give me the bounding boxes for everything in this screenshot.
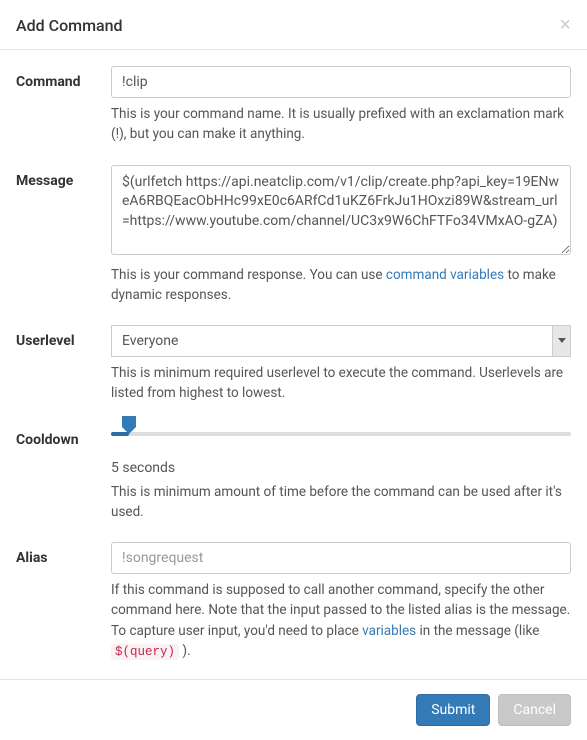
alias-label: Alias: [16, 542, 111, 566]
userlevel-select[interactable]: Everyone: [111, 325, 571, 357]
add-command-modal: Add Command × Command This is your comma…: [0, 0, 587, 740]
cooldown-label: Cooldown: [16, 424, 111, 448]
modal-title: Add Command: [16, 16, 123, 35]
command-input[interactable]: [111, 66, 571, 98]
command-group: Command This is your command name. It is…: [16, 66, 571, 145]
cooldown-group: Cooldown 5 seconds This is minimum amoun…: [16, 424, 571, 523]
command-help: This is your command name. It is usually…: [111, 104, 571, 145]
slider-track: [111, 432, 571, 436]
close-icon: ×: [559, 14, 571, 36]
alias-input[interactable]: [111, 542, 571, 574]
message-group: Message This is your command response. Y…: [16, 165, 571, 306]
modal-footer: Submit Cancel: [0, 679, 587, 740]
userlevel-label: Userlevel: [16, 325, 111, 349]
slider-thumb[interactable]: [122, 416, 136, 434]
close-button[interactable]: ×: [559, 15, 571, 35]
variables-link[interactable]: variables: [362, 623, 416, 639]
query-code: $(query): [111, 644, 179, 660]
command-label: Command: [16, 66, 111, 90]
modal-body: Command This is your command name. It is…: [0, 50, 587, 679]
userlevel-group: Userlevel Everyone This is minimum requi…: [16, 325, 571, 404]
alias-group: Alias If this command is supposed to cal…: [16, 542, 571, 662]
cooldown-slider[interactable]: [111, 424, 571, 448]
command-variables-link[interactable]: command variables: [386, 267, 504, 283]
message-textarea[interactable]: [111, 165, 571, 255]
cooldown-help: This is minimum amount of time before th…: [111, 482, 571, 523]
cancel-button[interactable]: Cancel: [498, 694, 571, 726]
cooldown-value: 5 seconds: [111, 460, 571, 476]
message-help: This is your command response. You can u…: [111, 265, 571, 306]
userlevel-help: This is minimum required userlevel to ex…: [111, 363, 571, 404]
modal-header: Add Command ×: [0, 0, 587, 50]
alias-help: If this command is supposed to call anot…: [111, 580, 571, 662]
submit-button[interactable]: Submit: [416, 694, 490, 726]
message-label: Message: [16, 165, 111, 189]
